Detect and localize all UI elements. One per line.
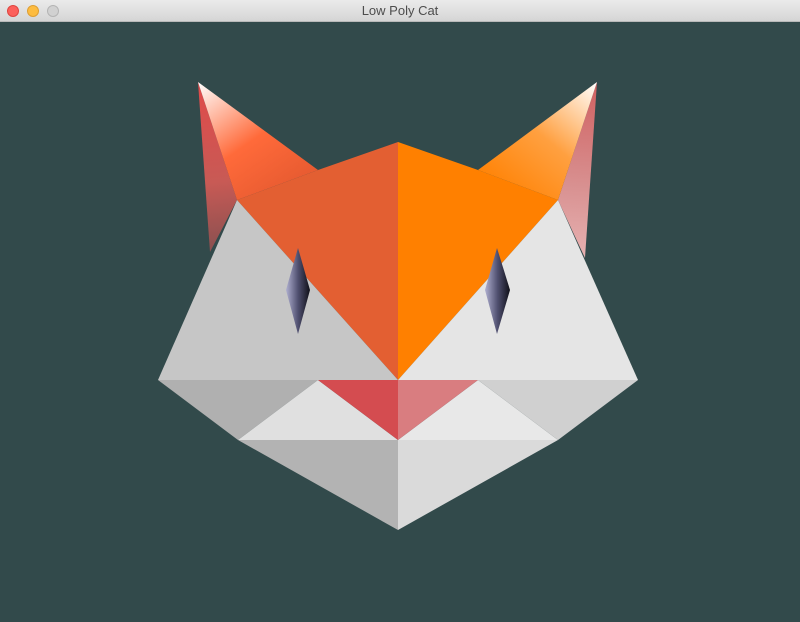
render-canvas (158, 82, 638, 530)
chin-right (398, 440, 558, 530)
app-window: Low Poly Cat (0, 0, 800, 622)
title-bar: Low Poly Cat (0, 0, 800, 22)
window-title: Low Poly Cat (361, 3, 439, 18)
chin-left (238, 440, 398, 530)
